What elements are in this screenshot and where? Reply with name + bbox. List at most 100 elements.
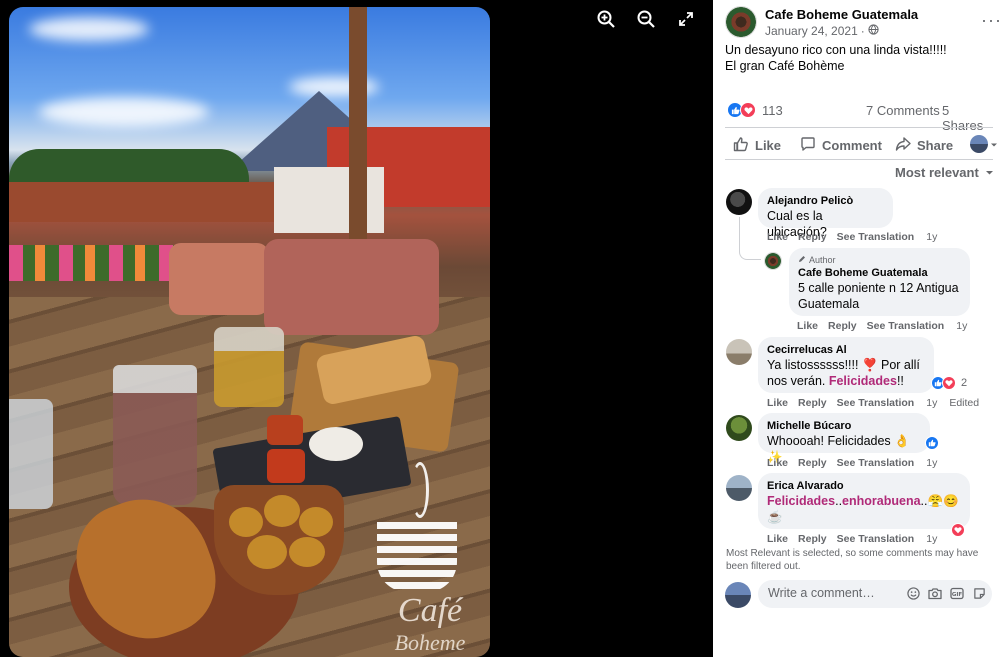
see-translation-link[interactable]: See Translation bbox=[837, 397, 915, 409]
comment-input[interactable] bbox=[768, 586, 898, 600]
commenter-avatar[interactable] bbox=[726, 415, 752, 441]
sort-label: Most relevant bbox=[895, 165, 979, 180]
comment-like-link[interactable]: Like bbox=[797, 320, 818, 332]
post-caption: Un desayuno rico con una linda vista!!!!… bbox=[725, 42, 995, 74]
comment-time[interactable]: 1y bbox=[926, 457, 937, 469]
like-label: Like bbox=[755, 138, 782, 153]
page-avatar-small[interactable] bbox=[764, 252, 782, 270]
post-photo[interactable]: Café Boheme bbox=[9, 7, 490, 657]
comment-reply-link[interactable]: Reply bbox=[798, 457, 827, 469]
comment-time[interactable]: 1y bbox=[926, 231, 937, 243]
comment-author[interactable]: Erica Alvarado bbox=[767, 479, 961, 493]
comment-actions: Like Reply See Translation 1y bbox=[767, 457, 937, 469]
comment-reply-link[interactable]: Reply bbox=[798, 533, 827, 545]
share-button[interactable]: Share bbox=[895, 136, 953, 155]
fullscreen-icon[interactable] bbox=[675, 8, 697, 30]
like-reaction-icon bbox=[925, 436, 939, 450]
post-as-selector[interactable] bbox=[970, 135, 998, 153]
comment-text-part: !! bbox=[896, 374, 904, 388]
commenter-avatar[interactable] bbox=[726, 189, 752, 215]
author-badge: Author bbox=[798, 254, 961, 266]
reaction-icons[interactable] bbox=[727, 102, 756, 118]
chevron-down-icon bbox=[990, 137, 998, 152]
sticker-icon[interactable] bbox=[972, 586, 986, 600]
composer-icons: GIF bbox=[906, 586, 986, 600]
photo-viewer: Café Boheme bbox=[0, 0, 713, 657]
comment-reactions[interactable]: 2 bbox=[931, 376, 967, 390]
comment-time[interactable]: 1y bbox=[926, 533, 937, 545]
photo-glass bbox=[113, 365, 197, 505]
post-actions: Like Comment Share bbox=[725, 131, 1000, 159]
zoom-out-icon[interactable] bbox=[635, 8, 657, 30]
comment-like-link[interactable]: Like bbox=[767, 533, 788, 545]
comments-count-link[interactable]: 7 Comments bbox=[866, 103, 940, 118]
post-meta: January 24, 2021 · bbox=[765, 24, 879, 38]
see-translation-link[interactable]: See Translation bbox=[867, 320, 945, 332]
comment-author[interactable]: Cecirrelucas Al bbox=[767, 343, 925, 357]
comment-reply-link[interactable]: Reply bbox=[798, 397, 827, 409]
comment-bubble-icon bbox=[800, 136, 816, 155]
see-translation-link[interactable]: See Translation bbox=[837, 457, 915, 469]
photo-roof bbox=[9, 182, 309, 222]
hashtag-highlight[interactable]: Felicidades bbox=[767, 494, 835, 508]
meta-separator: · bbox=[860, 24, 865, 38]
commenter-avatar[interactable] bbox=[726, 339, 752, 365]
current-user-avatar[interactable] bbox=[725, 582, 751, 608]
reaction-count[interactable]: 113 bbox=[762, 103, 783, 118]
photo-house bbox=[274, 167, 384, 233]
camera-icon[interactable] bbox=[928, 586, 942, 600]
current-user-avatar bbox=[970, 135, 988, 153]
comment-text-part: Ya listossssss!!!! bbox=[767, 358, 862, 372]
comment-time[interactable]: 1y bbox=[926, 397, 937, 409]
photo-cushion bbox=[169, 243, 269, 315]
comment-reply-link[interactable]: Reply bbox=[798, 231, 827, 243]
comment-author[interactable]: Michelle Búcaro bbox=[767, 419, 921, 433]
comment-reply-link[interactable]: Reply bbox=[828, 320, 857, 332]
comment-bubble: Cecirrelucas Al Ya listossssss!!!! ❣️ Po… bbox=[758, 337, 934, 393]
steam-shape bbox=[411, 462, 429, 518]
photo-cloud bbox=[39, 97, 209, 127]
comment-label: Comment bbox=[822, 138, 882, 153]
comment-text-line2: ☕ bbox=[767, 510, 783, 524]
shares-count-link[interactable]: 5 Shares bbox=[942, 103, 993, 133]
comment-text-part: Whoooah! Felicidades bbox=[767, 434, 895, 448]
zoom-in-icon[interactable] bbox=[595, 8, 617, 30]
comment-time[interactable]: 1y bbox=[956, 320, 967, 332]
photo-potato bbox=[229, 507, 263, 537]
gif-icon[interactable]: GIF bbox=[950, 586, 964, 600]
page-avatar[interactable] bbox=[725, 6, 757, 38]
see-translation-link[interactable]: See Translation bbox=[837, 533, 915, 545]
comment-actions: Like Reply See Translation 1y bbox=[767, 231, 937, 243]
comment-reactions[interactable] bbox=[951, 523, 965, 537]
comment-input-box[interactable]: GIF bbox=[758, 580, 992, 608]
like-button[interactable]: Like bbox=[733, 136, 781, 155]
photo-flowers bbox=[9, 245, 189, 281]
comment-text-part: .. bbox=[835, 494, 843, 508]
comment-actions: Like Reply See Translation 1y bbox=[797, 320, 967, 332]
comment-bubble: Author Cafe Boheme Guatemala 5 calle pon… bbox=[789, 248, 970, 316]
comment-like-link[interactable]: Like bbox=[767, 397, 788, 409]
post-date[interactable]: January 24, 2021 bbox=[765, 24, 858, 38]
comment-sort-dropdown[interactable]: Most relevant bbox=[895, 165, 994, 180]
globe-icon bbox=[868, 24, 879, 38]
hashtag-highlight[interactable]: enhorabuena bbox=[842, 494, 921, 508]
emoji-icon[interactable] bbox=[906, 586, 920, 600]
comment-like-link[interactable]: Like bbox=[767, 457, 788, 469]
divider bbox=[725, 159, 993, 160]
hashtag-highlight[interactable]: Felicidades bbox=[829, 374, 897, 388]
commenter-avatar[interactable] bbox=[726, 475, 752, 501]
thread-connector bbox=[739, 240, 761, 260]
love-reaction-icon bbox=[740, 102, 756, 118]
comment-actions: Like Reply See Translation 1y bbox=[767, 533, 937, 545]
more-options-button[interactable]: ··· bbox=[981, 10, 1000, 31]
comment-actions: Like Reply See Translation 1y Edited bbox=[767, 397, 979, 409]
comment-author[interactable]: Alejandro Pelicò bbox=[767, 194, 884, 208]
comment-bubble: Michelle Búcaro Whoooah! Felicidades 👌✨ bbox=[758, 413, 930, 464]
page-name-link[interactable]: Cafe Boheme Guatemala bbox=[765, 7, 918, 22]
watermark-text-line1: Café bbox=[397, 592, 463, 629]
see-translation-link[interactable]: See Translation bbox=[837, 231, 915, 243]
comment-reactions[interactable] bbox=[925, 436, 939, 450]
comment-author[interactable]: Cafe Boheme Guatemala bbox=[798, 266, 961, 280]
comment-like-link[interactable]: Like bbox=[767, 231, 788, 243]
comment-button[interactable]: Comment bbox=[800, 136, 882, 155]
